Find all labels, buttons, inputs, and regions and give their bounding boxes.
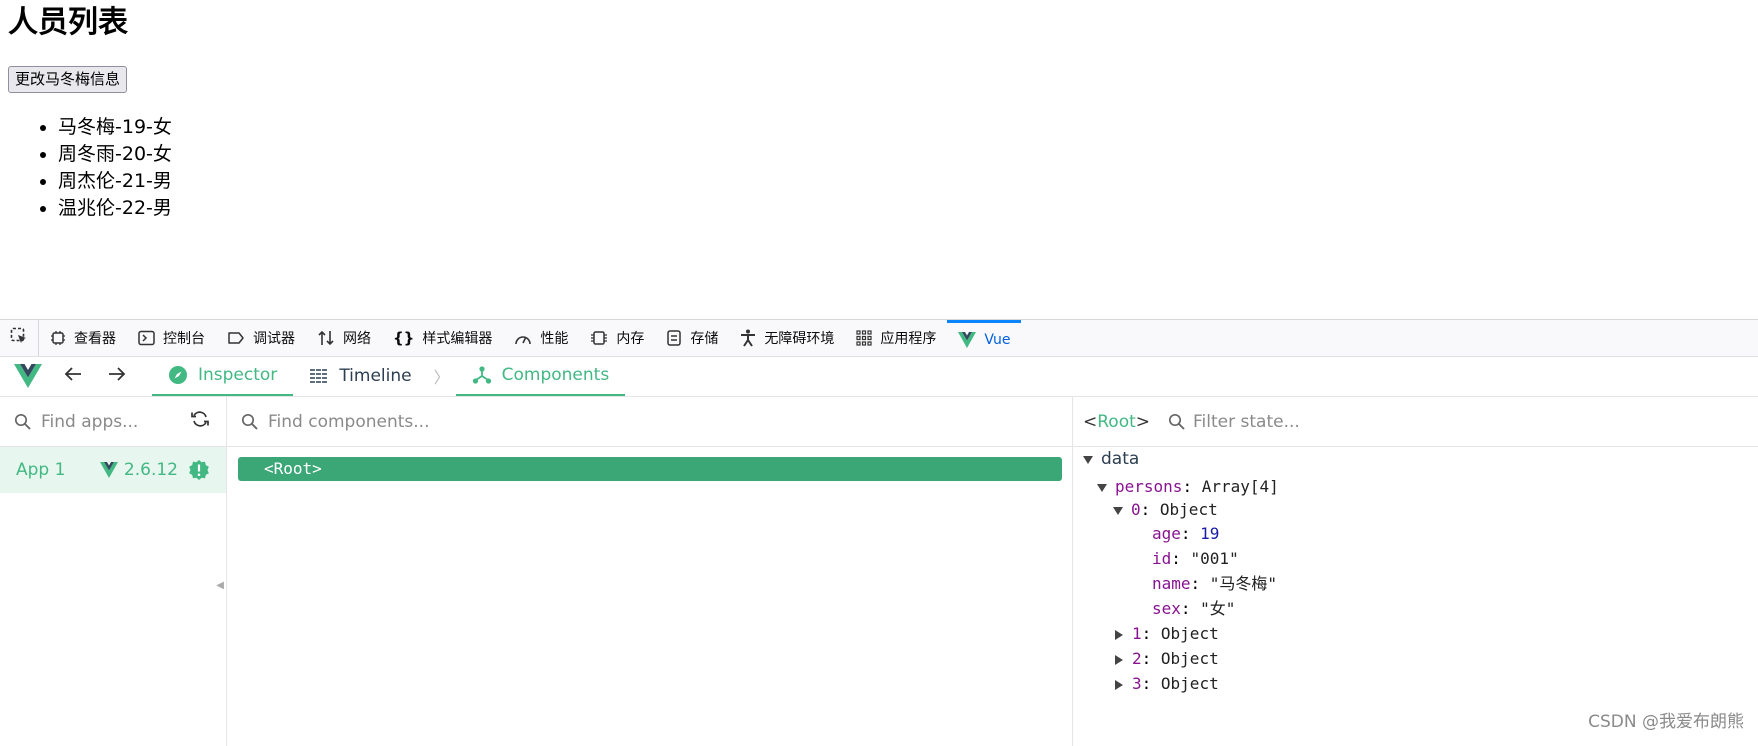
refresh-button[interactable] bbox=[190, 410, 210, 433]
update-person-button[interactable]: 更改马冬梅信息 bbox=[8, 66, 128, 93]
tab-application[interactable]: 应用程序 bbox=[845, 320, 947, 356]
refresh-icon bbox=[190, 410, 210, 433]
state-row-item[interactable]: 3: Object bbox=[1115, 672, 1219, 696]
storage-icon bbox=[666, 330, 682, 346]
vue-logo-icon bbox=[99, 462, 118, 478]
collapsed-icon bbox=[1115, 654, 1123, 665]
selected-component-label: <Root> bbox=[1083, 411, 1151, 432]
performance-icon bbox=[514, 330, 532, 346]
tab-vue[interactable]: Vue bbox=[947, 320, 1022, 356]
page-content: 人员列表 更改马冬梅信息 马冬梅-19-女 周冬雨-20-女 周杰伦-21-男 … bbox=[0, 0, 1758, 318]
find-components-input[interactable]: Find components... bbox=[268, 412, 429, 432]
state-row-item[interactable]: 2: Object bbox=[1115, 647, 1219, 671]
find-apps-input[interactable]: Find apps... bbox=[41, 412, 138, 432]
compass-icon bbox=[168, 365, 188, 385]
element-picker-icon bbox=[10, 327, 28, 349]
tab-console[interactable]: 控制台 bbox=[127, 320, 216, 356]
find-components-search[interactable]: Find components... bbox=[227, 397, 1072, 447]
collapse-panel-icon[interactable]: ◀ bbox=[216, 580, 224, 591]
state-row-persons[interactable]: persons: Array[4] bbox=[1097, 475, 1279, 499]
state-row-item[interactable]: 1: Object bbox=[1115, 622, 1219, 646]
collapsed-icon bbox=[1115, 629, 1123, 640]
tab-vue-timeline[interactable]: Timeline bbox=[293, 356, 427, 396]
page-title: 人员列表 bbox=[8, 5, 128, 40]
vue-version-label: 2.6.12 bbox=[123, 460, 178, 480]
vue-logo-icon bbox=[958, 331, 977, 348]
app-name: App 1 bbox=[16, 460, 66, 480]
timeline-icon bbox=[309, 368, 329, 384]
debugger-icon bbox=[227, 331, 245, 345]
chevron-right-icon: 〉 bbox=[433, 368, 450, 387]
arrow-right-icon bbox=[108, 366, 126, 387]
devtools-toolbar: 查看器 控制台 调试器 网络 {} 样式编辑器 性能 内存 存储 无障碍环境 应… bbox=[0, 319, 1758, 357]
state-header: <Root> Filter state... bbox=[1073, 397, 1758, 447]
search-icon bbox=[241, 413, 258, 430]
expand-icon bbox=[1083, 455, 1093, 464]
memory-icon bbox=[590, 330, 608, 346]
tab-storage[interactable]: 存储 bbox=[655, 320, 729, 356]
forward-button[interactable] bbox=[108, 366, 126, 387]
console-icon bbox=[138, 330, 155, 346]
style-editor-icon: {} bbox=[393, 329, 415, 347]
search-icon bbox=[1168, 413, 1185, 430]
app-item[interactable]: App 1 2.6.12 bbox=[0, 447, 226, 493]
component-tree-root[interactable]: <Root> bbox=[238, 457, 1062, 481]
list-item: 周冬雨-20-女 bbox=[58, 141, 172, 168]
expand-icon bbox=[1097, 483, 1107, 492]
state-field[interactable]: id: "001" bbox=[1152, 547, 1239, 571]
tab-network[interactable]: 网络 bbox=[306, 320, 382, 356]
tab-style-editor[interactable]: {} 样式编辑器 bbox=[382, 320, 503, 356]
arrow-left-icon bbox=[64, 366, 82, 387]
vue-logo-icon bbox=[14, 364, 42, 388]
application-icon bbox=[856, 330, 872, 346]
expand-icon bbox=[1113, 506, 1123, 515]
apps-panel: Find apps... App 1 2.6.12 ◀ bbox=[0, 397, 227, 746]
state-field[interactable]: name: "马冬梅" bbox=[1152, 572, 1277, 596]
tab-vue-inspector[interactable]: Inspector bbox=[152, 356, 294, 396]
tab-inspector[interactable]: 查看器 bbox=[39, 320, 127, 356]
state-field[interactable]: age: 19 bbox=[1152, 522, 1219, 546]
list-item: 马冬梅-19-女 bbox=[58, 114, 172, 141]
collapsed-icon bbox=[1115, 679, 1123, 690]
accessibility-icon bbox=[740, 329, 756, 347]
app-version: 2.6.12 bbox=[99, 460, 178, 480]
tab-performance[interactable]: 性能 bbox=[503, 320, 579, 356]
tab-memory[interactable]: 内存 bbox=[579, 320, 655, 356]
component-tree-panel: Find components... <Root> bbox=[227, 397, 1073, 746]
find-apps-search[interactable]: Find apps... bbox=[0, 397, 226, 447]
tab-vue-components[interactable]: Components bbox=[455, 356, 626, 396]
element-picker-button[interactable] bbox=[0, 320, 39, 356]
tab-accessibility[interactable]: 无障碍环境 bbox=[729, 320, 845, 356]
state-section-data[interactable]: data bbox=[1083, 447, 1139, 471]
vue-devtools-header: Inspector Timeline 〉 Components bbox=[0, 356, 1758, 397]
inspector-icon bbox=[50, 330, 66, 346]
warning-badge-icon[interactable] bbox=[188, 459, 210, 481]
state-inspector-panel: <Root> Filter state... data persons: Arr… bbox=[1073, 397, 1758, 746]
list-item: 温兆伦-22-男 bbox=[58, 195, 172, 222]
state-row-item[interactable]: 0: Object bbox=[1113, 498, 1218, 522]
watermark: CSDN @我爱布朗熊 bbox=[1588, 712, 1744, 732]
list-item: 周杰伦-21-男 bbox=[58, 168, 172, 195]
person-list: 马冬梅-19-女 周冬雨-20-女 周杰伦-21-男 温兆伦-22-男 bbox=[16, 114, 172, 222]
components-icon bbox=[472, 365, 492, 385]
state-field[interactable]: sex: "女" bbox=[1152, 597, 1235, 621]
filter-state-input[interactable]: Filter state... bbox=[1193, 412, 1300, 432]
search-icon bbox=[14, 413, 31, 430]
tab-debugger[interactable]: 调试器 bbox=[216, 320, 306, 356]
network-icon bbox=[317, 330, 335, 346]
back-button[interactable] bbox=[64, 366, 82, 387]
